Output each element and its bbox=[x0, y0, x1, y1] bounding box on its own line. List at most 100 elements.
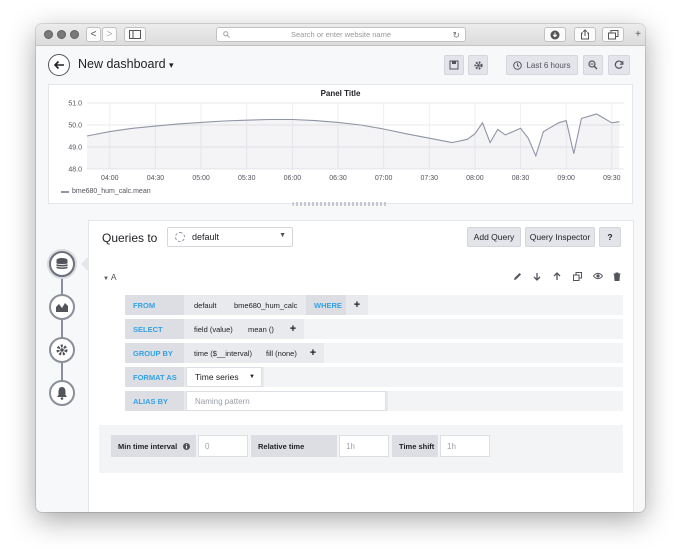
time-shift-input[interactable]: 1h bbox=[440, 435, 490, 457]
reload-icon[interactable]: ↻ bbox=[452, 30, 460, 41]
move-up-icon[interactable] bbox=[553, 272, 561, 281]
rail-general-button[interactable] bbox=[49, 337, 75, 363]
alias-by-input[interactable]: Naming pattern bbox=[186, 391, 386, 411]
y-tick-label: 51.0 bbox=[68, 101, 82, 108]
add-where-button[interactable]: + bbox=[348, 295, 366, 315]
address-bar[interactable]: Search or enter website name ↻ bbox=[216, 27, 466, 42]
query-ref-label: A bbox=[110, 272, 117, 282]
trash-icon[interactable] bbox=[613, 272, 621, 281]
y-tick-label: 50.0 bbox=[68, 123, 82, 130]
queries-to-label: Queries to bbox=[102, 231, 158, 245]
min-interval-input[interactable]: 0 bbox=[198, 435, 248, 457]
retention-policy-segment[interactable]: default bbox=[186, 295, 224, 315]
zoom-out-button[interactable] bbox=[583, 55, 603, 75]
time-range-label: Last 6 hours bbox=[526, 60, 571, 70]
collapse-caret-icon: ▼ bbox=[103, 276, 109, 282]
help-button[interactable]: ? bbox=[599, 227, 621, 247]
x-tick-label: 05:30 bbox=[238, 175, 256, 182]
relative-time-input[interactable]: 1h bbox=[339, 435, 389, 457]
bell-icon bbox=[57, 387, 67, 400]
rail-queries-button[interactable] bbox=[49, 251, 75, 277]
back-to-dashboard-button[interactable] bbox=[48, 54, 70, 76]
datasource-picker[interactable]: default ▼ bbox=[167, 227, 293, 247]
share-button[interactable] bbox=[574, 27, 596, 42]
new-tab-button[interactable]: + bbox=[632, 27, 644, 42]
address-placeholder: Search or enter website name bbox=[290, 30, 392, 39]
alias-by-row: ALIAS BY Naming pattern bbox=[125, 391, 623, 411]
time-series-chart: 51.0 50.0 49.0 48.0 04:00 04:30 05:00 05:30 06:0… bbox=[68, 101, 624, 182]
rail-visualization-button[interactable] bbox=[49, 294, 75, 320]
from-keyword: FROM bbox=[125, 295, 184, 315]
x-tick-label: 07:00 bbox=[375, 175, 393, 182]
rail-connector bbox=[61, 264, 63, 398]
rail-alert-button[interactable] bbox=[49, 380, 75, 406]
sidebar-toggle-button[interactable] bbox=[124, 27, 146, 42]
alias-by-keyword: ALIAS BY bbox=[125, 391, 184, 411]
refresh-button[interactable] bbox=[608, 55, 630, 75]
dashboard-settings-button[interactable] bbox=[468, 55, 488, 75]
add-group-by-button[interactable]: + bbox=[304, 343, 322, 363]
query-inspector-button[interactable]: Query Inspector bbox=[525, 227, 595, 247]
tabs-overview-button[interactable] bbox=[602, 27, 624, 42]
area-chart-icon bbox=[56, 303, 68, 312]
group-by-keyword: GROUP BY bbox=[125, 343, 184, 363]
add-query-button[interactable]: Add Query bbox=[467, 227, 521, 247]
time-picker-button[interactable]: Last 6 hours bbox=[506, 55, 578, 75]
format-as-value: Time series bbox=[195, 372, 239, 382]
field-segment[interactable]: field (value) bbox=[186, 319, 238, 339]
browser-forward-button[interactable]: > bbox=[102, 27, 117, 42]
format-as-select[interactable]: Time series ▼ bbox=[186, 367, 262, 387]
legend-series-label[interactable]: bme680_hum_calc.mean bbox=[72, 188, 151, 195]
eye-icon[interactable] bbox=[593, 272, 603, 280]
time-shift-label: Time shift bbox=[392, 435, 438, 457]
query-ref-id[interactable]: ▼ A bbox=[103, 272, 117, 282]
query-editor: Queries to default ▼ Add Query Query Ins… bbox=[88, 220, 634, 512]
caret-down-icon: ▼ bbox=[279, 232, 286, 239]
browser-back-button[interactable]: < bbox=[86, 27, 101, 42]
rail-active-pointer bbox=[81, 257, 88, 271]
chevron-right-icon: > bbox=[106, 28, 113, 40]
min-interval-text: Min time interval bbox=[118, 441, 178, 451]
x-tick-label: 04:00 bbox=[101, 175, 119, 182]
duplicate-icon[interactable] bbox=[573, 272, 582, 281]
dashboard-title[interactable]: New dashboard ▾ bbox=[78, 57, 174, 71]
format-as-row-filler bbox=[264, 367, 623, 387]
aggregation-segment[interactable]: mean () bbox=[240, 319, 282, 339]
panel-resize-handle[interactable] bbox=[292, 202, 388, 206]
edit-icon[interactable] bbox=[513, 272, 522, 281]
save-dashboard-button[interactable] bbox=[444, 55, 464, 75]
x-tick-label: 08:30 bbox=[512, 175, 530, 182]
x-tick-label: 05:00 bbox=[192, 175, 210, 182]
add-select-part-button[interactable]: + bbox=[284, 319, 302, 339]
fill-segment[interactable]: fill (none) bbox=[258, 343, 302, 363]
minimize-window-button[interactable] bbox=[57, 30, 66, 39]
close-window-button[interactable] bbox=[44, 30, 53, 39]
legend-swatch bbox=[61, 190, 69, 193]
measurement-segment[interactable]: bme680_hum_calc bbox=[226, 295, 304, 315]
share-icon bbox=[581, 29, 589, 40]
query-header-row[interactable]: ▼ A bbox=[99, 271, 623, 287]
dashboard-navbar: New dashboard ▾ Last 6 hours bbox=[36, 46, 645, 82]
downloads-button[interactable] bbox=[544, 27, 566, 42]
save-icon bbox=[449, 60, 459, 70]
move-down-icon[interactable] bbox=[533, 272, 541, 281]
tabs-icon bbox=[607, 29, 618, 39]
series-area bbox=[87, 114, 620, 169]
datasource-name: default bbox=[192, 232, 220, 242]
y-tick-label: 48.0 bbox=[68, 167, 82, 174]
where-keyword: WHERE bbox=[306, 295, 346, 315]
graph-panel: Panel Title 51.0 50.0 49.0 48.0 04:00 04:30 05… bbox=[48, 84, 633, 204]
select-row: SELECT field (value) mean () + bbox=[125, 319, 623, 339]
from-row: FROM default bme680_hum_calc WHERE + bbox=[125, 295, 623, 315]
dashboard-title-text: New dashboard bbox=[78, 57, 166, 71]
x-tick-label: 09:30 bbox=[603, 175, 621, 182]
zoom-window-button[interactable] bbox=[70, 30, 79, 39]
group-by-time-segment[interactable]: time ($__interval) bbox=[186, 343, 256, 363]
caret-down-icon: ▼ bbox=[249, 374, 255, 380]
chart-legend: bme680_hum_calc.mean bbox=[61, 188, 151, 195]
info-icon[interactable] bbox=[183, 443, 190, 450]
x-tick-label: 08:00 bbox=[466, 175, 484, 182]
clock-icon bbox=[513, 60, 523, 70]
zoom-out-icon bbox=[588, 60, 598, 70]
browser-toolbar: < > Search or enter website name ↻ + bbox=[36, 24, 645, 46]
